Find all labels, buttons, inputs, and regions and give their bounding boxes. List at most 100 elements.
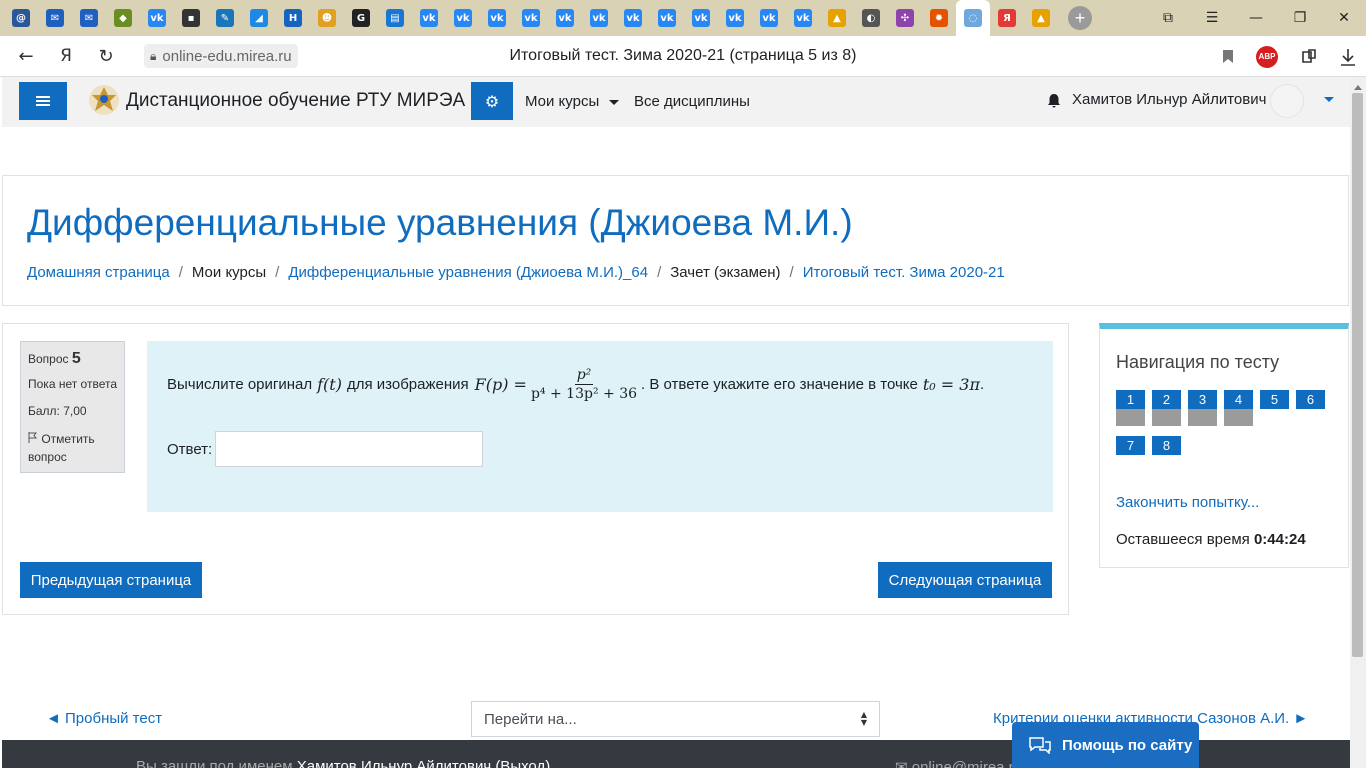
jump-to-activity-select[interactable]: Перейти на... ▲ ▼ [471, 701, 880, 737]
finish-attempt-link[interactable]: Закончить попытку... [1116, 494, 1259, 511]
breadcrumb-item[interactable]: Итоговый тест. Зима 2020-21 [803, 264, 1005, 281]
reload-button[interactable]: ↻ [86, 36, 126, 76]
all-disciplines-link[interactable]: Все дисциплины [634, 93, 750, 110]
site-name[interactable]: Дистанционное обучение РТУ МИРЭА [126, 90, 465, 112]
window-controls: ⧉ ☰ — ❐ ✕ [1146, 0, 1366, 36]
browser-tab[interactable]: vk [412, 0, 446, 36]
browser-tab[interactable]: ◌ [956, 0, 990, 36]
browser-tab[interactable]: ◐ [854, 0, 888, 36]
browser-tab[interactable]: Я [990, 0, 1024, 36]
browser-tab[interactable]: ◆ [106, 0, 140, 36]
browser-tab[interactable]: ✎ [208, 0, 242, 36]
browser-tab[interactable]: vk [718, 0, 752, 36]
browser-tab-strip: @ ✉ ✉ ◆ vk ▪ ✎ ◢ H ☻ G ▤ vk vk vk vk vk vk vk vk vk vk vk vk ▲ ◐ ✣… [0, 0, 1366, 36]
fraction-denominator: p⁴ + 13p² + 36 [530, 386, 638, 402]
back-button[interactable]: ← [6, 36, 46, 76]
mirea-emblem-logo[interactable] [87, 83, 121, 117]
question-text-part3: . В ответе укажите его значение в точке [641, 376, 918, 393]
bookmark-icon[interactable] [1222, 49, 1234, 64]
download-icon[interactable] [1340, 48, 1356, 66]
breadcrumb-item[interactable]: Дифференциальные уравнения (Джиоева М.И.… [288, 264, 648, 281]
previous-page-button[interactable]: Предыдущая страница [20, 562, 202, 598]
close-window-button[interactable]: ✕ [1322, 0, 1366, 36]
chevron-down-icon [609, 99, 620, 105]
browser-tab[interactable]: ✹ [922, 0, 956, 36]
minimize-button[interactable]: — [1234, 0, 1278, 36]
emblem-icon: ◆ [114, 9, 132, 27]
browser-tab[interactable]: ▪ [174, 0, 208, 36]
browser-tab[interactable]: vk [446, 0, 480, 36]
user-menu-caret-icon[interactable] [1324, 97, 1334, 102]
quiz-nav-question-button[interactable]: 7 [1116, 436, 1145, 455]
vk-icon: vk [148, 9, 166, 27]
browser-tab[interactable]: ◢ [242, 0, 276, 36]
question-number-value: 5 [71, 350, 81, 367]
browser-tab[interactable]: ✉ [72, 0, 106, 36]
image-icon: ▲ [828, 9, 846, 27]
vk-icon: vk [692, 9, 710, 27]
browser-tab[interactable]: vk [616, 0, 650, 36]
adblock-icon[interactable]: ABP [1256, 45, 1278, 68]
cogs-menu-button[interactable]: ⚙ [471, 82, 513, 120]
browser-tab[interactable]: vk [514, 0, 548, 36]
user-avatar[interactable] [1270, 84, 1304, 118]
browser-tab[interactable]: vk [786, 0, 820, 36]
quiz-nav-question-button[interactable]: 4 [1224, 390, 1253, 409]
browser-tab[interactable]: ▲ [1024, 0, 1058, 36]
browser-tab[interactable]: ✉ [38, 0, 72, 36]
browser-tab[interactable]: ▤ [378, 0, 412, 36]
browser-tab[interactable]: ✣ [888, 0, 922, 36]
browser-tab[interactable]: vk [582, 0, 616, 36]
scroll-up-icon[interactable] [1350, 81, 1366, 93]
browser-menu-icon[interactable]: ☰ [1190, 0, 1234, 36]
browser-tab[interactable]: vk [752, 0, 786, 36]
bell-icon[interactable] [1046, 93, 1062, 109]
extension-icon[interactable] [1300, 48, 1318, 66]
scrollbar-thumb[interactable] [1352, 93, 1363, 657]
quiz-nav-question-button[interactable]: 5 [1260, 390, 1289, 409]
quiz-nav-question-button[interactable]: 2 [1152, 390, 1181, 409]
browser-tab[interactable]: vk [684, 0, 718, 36]
question-region: Вопрос 5 Пока нет ответа Балл: 7,00 Отме… [2, 323, 1069, 615]
side-drawer-toggle-button[interactable] [19, 82, 67, 120]
browser-tab[interactable]: vk [480, 0, 514, 36]
next-page-button[interactable]: Следующая страница [878, 562, 1052, 598]
footer-email[interactable]: ✉ online@mirea.ru [895, 758, 1022, 768]
vk-icon: vk [488, 9, 506, 27]
quiz-nav-question-button[interactable]: 3 [1188, 390, 1217, 409]
browser-tab[interactable]: vk [548, 0, 582, 36]
browser-tab[interactable]: ☻ [310, 0, 344, 36]
user-name[interactable]: Хамитов Ильнур Айлитович [1072, 91, 1266, 108]
time-remaining-value: 0:44:24 [1253, 531, 1306, 548]
tabs-view-icon[interactable]: ⧉ [1146, 0, 1190, 36]
mail-icon: ✉ [46, 9, 64, 27]
previous-activity-link[interactable]: ◄ Пробный тест [46, 710, 162, 727]
browser-tab[interactable]: ▲ [820, 0, 854, 36]
url-field[interactable]: 🔒︎ online-edu.mirea.ru [144, 44, 298, 68]
restore-button[interactable]: ❐ [1278, 0, 1322, 36]
logged-in-user-link[interactable]: Хамитов Ильнур Айлитович [297, 758, 491, 768]
vk-icon: vk [454, 9, 472, 27]
yandex-home-button[interactable]: Я [46, 36, 86, 76]
browser-tab[interactable]: @ [4, 0, 38, 36]
quiz-nav-question-button[interactable]: 8 [1152, 436, 1181, 455]
browser-tab[interactable]: vk [650, 0, 684, 36]
vk-icon: vk [556, 9, 574, 27]
vk-icon: vk [420, 9, 438, 27]
address-bar: ← Я ↻ 🔒︎ online-edu.mirea.ru Итоговый те… [0, 36, 1366, 77]
browser-tab[interactable]: vk [140, 0, 174, 36]
active-tab-icon: ◌ [964, 9, 982, 27]
site-help-button[interactable]: Помощь по сайту [1012, 722, 1199, 768]
browser-tab[interactable]: H [276, 0, 310, 36]
flag-question-link[interactable]: Отметить вопрос [28, 430, 117, 466]
question-grade: Балл: 7,00 [28, 404, 87, 418]
new-tab-button[interactable]: + [1068, 6, 1092, 30]
quiz-nav-question-button[interactable]: 1 [1116, 390, 1145, 409]
my-courses-menu[interactable]: Мои курсы [525, 93, 620, 110]
logout-link[interactable]: (Выход) [495, 758, 550, 768]
page-scrollbar[interactable] [1350, 77, 1366, 768]
browser-tab[interactable]: G [344, 0, 378, 36]
quiz-nav-question-button[interactable]: 6 [1296, 390, 1325, 409]
breadcrumb-item[interactable]: Домашняя страница [27, 264, 170, 281]
answer-input[interactable] [215, 431, 483, 467]
